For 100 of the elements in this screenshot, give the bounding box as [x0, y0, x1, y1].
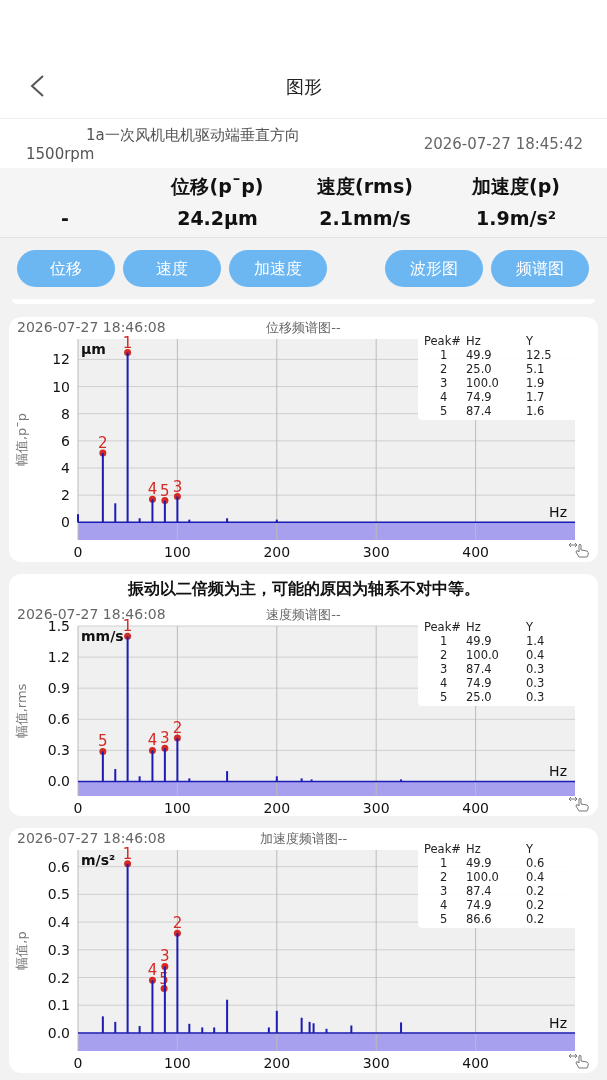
- axis-title: Hz: [549, 504, 567, 521]
- table-cell-text: 0.2: [526, 898, 546, 912]
- column-heading: Peak#: [424, 620, 462, 634]
- table-cell-text: 3: [439, 376, 449, 390]
- axis-tick-label: 200: [263, 1055, 291, 1071]
- table-cell-text: 4: [439, 390, 449, 404]
- table-cell-text: 3: [439, 884, 449, 898]
- axis-title: 幅值,p¯p: [14, 412, 29, 467]
- axis-tick-label: 0.6: [47, 711, 70, 728]
- column-heading: Hz: [466, 620, 482, 634]
- axis-tick-label: 0: [73, 1055, 83, 1071]
- axis-tick-label: 100: [164, 800, 191, 816]
- mode-button[interactable]: 位移: [17, 250, 115, 287]
- peak-label: 4: [147, 731, 158, 750]
- axis-title: 幅值,rms: [14, 683, 29, 739]
- table-cell-text: 86.6: [466, 912, 493, 926]
- axis-tick-label: 10: [52, 378, 70, 395]
- table-cell-text: 5: [439, 690, 449, 704]
- mode-button[interactable]: 频谱图: [491, 250, 589, 287]
- table-cell-text: 1: [439, 634, 449, 648]
- table-cell-text: 25.0: [466, 690, 493, 704]
- peak-label: 3: [172, 477, 183, 496]
- table-cell-text: 1.6: [526, 404, 546, 418]
- column-heading: Y: [526, 620, 535, 634]
- table-cell-text: 5: [439, 912, 449, 926]
- table-cell-text: 1: [439, 856, 449, 870]
- peak-label: 3: [160, 947, 170, 966]
- mode-button[interactable]: 波形图: [385, 250, 483, 287]
- table-cell-text: 1.9: [526, 376, 546, 390]
- chart-title: 速度频谱图--: [266, 605, 341, 624]
- axis-title: Hz: [549, 763, 567, 780]
- axis-tick-label: 0.5: [47, 886, 70, 903]
- column-heading: 速度(rms): [317, 174, 413, 197]
- axis-tick-label: 8: [61, 405, 70, 422]
- chart-title: 加速度频谱图--: [259, 829, 348, 848]
- mode-button[interactable]: 速度: [123, 250, 221, 287]
- axis-tick-label: 6: [61, 432, 70, 449]
- table-cell-text: 74.9: [466, 390, 493, 404]
- reading-value: 2.1mm/s: [319, 206, 411, 229]
- axis-tick-label: 300: [362, 1055, 390, 1071]
- peak-label: 1: [122, 844, 133, 863]
- table-cell-text: 87.4: [466, 404, 493, 418]
- peak-label: 4: [147, 961, 158, 980]
- axis-tick-label: 0.0: [47, 773, 70, 790]
- speed-text: 1500rpm: [26, 144, 95, 165]
- peak-label: 3: [160, 729, 170, 748]
- table-cell-text: 5.1: [526, 362, 546, 376]
- table-cell-text: 1.7: [526, 390, 546, 404]
- measure-point: 1a一次风机电机驱动端垂直方向: [86, 125, 300, 146]
- table-cell-text: 0.4: [526, 648, 546, 662]
- reading-value: 1.9m/s²: [476, 206, 556, 229]
- axis-tick-label: 400: [462, 1055, 489, 1071]
- axis-tick-label: 400: [462, 800, 489, 816]
- axis-tick-label: 300: [362, 800, 390, 816]
- axis-tick-label: 0.3: [47, 742, 70, 759]
- column-heading: Peak#: [424, 334, 462, 348]
- peak-label: 2: [98, 434, 108, 453]
- column-heading: Y: [526, 842, 535, 856]
- axis-title: Hz: [549, 1015, 567, 1031]
- peak-label: 2: [172, 718, 183, 737]
- axis-tick-label: 100: [164, 544, 191, 560]
- mode-button[interactable]: 加速度: [229, 250, 327, 287]
- table-cell-text: 49.9: [466, 856, 493, 870]
- reading-value: -: [61, 206, 69, 229]
- table-cell-text: 2: [439, 362, 449, 376]
- measure-time: 2026-07-27 18:45:42: [423, 134, 583, 155]
- chart-timestamp: 2026-07-27 18:46:08: [16, 829, 167, 847]
- column-heading: Y: [526, 334, 535, 348]
- table-cell-text: 49.9: [466, 634, 493, 648]
- axis-tick-label: 12: [52, 351, 70, 368]
- table-cell-text: 3: [439, 662, 449, 676]
- table-cell-text: 100.0: [466, 870, 500, 884]
- axis-tick-label: 0.4: [47, 914, 70, 931]
- table-cell-text: 2: [439, 648, 449, 662]
- axis-tick-label: 0: [73, 544, 83, 560]
- table-cell-text: 0.6: [526, 856, 546, 870]
- diagnosis-text: 振动以二倍频为主，可能的原因为轴系不对中等。: [127, 578, 480, 600]
- axis-tick-label: 1.2: [47, 649, 70, 666]
- reading-value: 24.2μm: [177, 206, 258, 229]
- table-cell-text: 0.3: [526, 662, 546, 676]
- table-cell-text: 0.3: [526, 690, 546, 704]
- peak-label: 1: [122, 333, 133, 352]
- axis-tick-label: 0.0: [47, 1025, 70, 1041]
- unit-label: μm: [81, 341, 106, 357]
- table-cell-text: 1: [439, 348, 449, 362]
- table-cell-text: 1.4: [526, 634, 546, 648]
- table-cell-text: 12.5: [526, 348, 553, 362]
- axis-tick-label: 0.6: [47, 858, 70, 875]
- column-heading: Hz: [466, 334, 482, 348]
- column-heading: 位移(p¯p): [171, 174, 264, 197]
- table-cell-text: 4: [439, 676, 449, 690]
- peak-label: 5: [98, 732, 108, 751]
- table-cell-text: 74.9: [466, 676, 493, 690]
- peak-label: 4: [147, 480, 158, 499]
- table-cell-text: 2: [439, 870, 449, 884]
- column-heading: Hz: [466, 842, 482, 856]
- table-cell-text: 49.9: [466, 348, 493, 362]
- chart-timestamp: 2026-07-27 18:46:08: [16, 318, 167, 336]
- axis-tick-label: 200: [263, 544, 291, 560]
- table-cell-text: 0.2: [526, 884, 546, 898]
